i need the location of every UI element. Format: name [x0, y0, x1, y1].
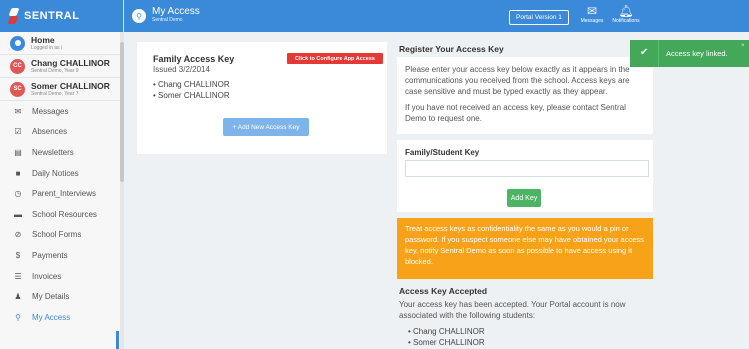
accepted-text: Your access key has been accepted. Your …: [399, 300, 626, 320]
sidebar-item-label: Absences: [32, 127, 68, 137]
family-key-issued: Issued 3/2/2014: [153, 65, 210, 74]
register-instructions-card: Please enter your access key below exact…: [397, 57, 653, 134]
envelope-icon: ✉: [14, 106, 22, 116]
notifications-label: Notifications: [612, 18, 640, 24]
profile-sub: Sentral Demo, Year 7: [31, 90, 79, 97]
key-icon: ⚲: [15, 312, 21, 322]
sidebar-item-label: Parent_Interviews: [32, 189, 97, 199]
key-entry-card: Family/Student Key Add Key: [397, 140, 653, 212]
add-new-access-key-button[interactable]: + Add New Access Key: [223, 118, 309, 136]
profile-home[interactable]: Home Logged in as i: [0, 32, 123, 55]
sidebar-item-my-details[interactable]: ♟ My Details: [0, 286, 123, 307]
sidebar-item-messages[interactable]: ✉ Messages: [0, 101, 123, 122]
sidebar-scrollbar-thumb[interactable]: [120, 42, 124, 182]
sidebar-item-newsletters[interactable]: ▤ Newsletters: [0, 142, 123, 163]
forms-icon: ⊘: [14, 230, 22, 240]
list-item: Chang CHALLINOR: [153, 79, 230, 90]
register-instructions: Please enter your access key below exact…: [405, 65, 630, 96]
sidebar-item-label: Payments: [32, 250, 68, 260]
add-key-button[interactable]: Add Key: [507, 189, 541, 207]
user-icon: ♟: [14, 292, 22, 302]
sidebar-item-school-forms[interactable]: ⊘ School Forms: [0, 225, 123, 246]
profile-student-chang[interactable]: CC Chang CHALLINOR Sentral Demo, Year 9: [0, 55, 123, 78]
active-item-marker: [116, 331, 119, 349]
list-item: Somer CHALLINOR: [408, 337, 485, 348]
sidebar-item-parent-interviews[interactable]: ◷ Parent_Interviews: [0, 183, 123, 204]
profile-name: Somer CHALLINOR: [31, 80, 110, 91]
family-student-key-input[interactable]: [405, 160, 649, 177]
brand-name: SENTRAL: [24, 10, 80, 22]
sidebar-item-label: Invoices: [32, 271, 62, 281]
sidebar-item-label: School Resources: [32, 209, 97, 219]
profile-sub: Sentral Demo, Year 9: [31, 67, 79, 74]
sidebar-item-label: Daily Notices: [32, 168, 79, 178]
sidebar-item-label: My Details: [32, 292, 70, 302]
configure-app-access-button[interactable]: Click to Configure App Access: [287, 53, 383, 64]
list-item: Somer CHALLINOR: [153, 90, 230, 101]
success-toast: ✔ Access key linked. ×: [630, 40, 749, 67]
sidebar-item-payments[interactable]: $ Payments: [0, 245, 123, 266]
sidebar-item-label: Messages: [32, 106, 69, 116]
messages-button[interactable]: ✉ Messages: [577, 4, 607, 24]
family-access-key-card: Family Access Key Issued 3/2/2014 Chang …: [137, 42, 387, 154]
notice-icon: ■: [15, 168, 21, 178]
family-key-title: Family Access Key: [153, 54, 235, 64]
newspaper-icon: ▤: [14, 147, 22, 157]
logo[interactable]: SENTRAL: [0, 0, 123, 32]
folder-icon: ▬: [14, 209, 22, 219]
accepted-title: Access Key Accepted: [399, 286, 488, 296]
notifications-button[interactable]: 🔔︎ Notifications: [611, 4, 641, 24]
avatar: SC: [10, 81, 25, 97]
messages-label: Messages: [580, 18, 604, 24]
profile-name: Chang CHALLINOR: [31, 57, 110, 68]
sidebar: SENTRAL Home Logged in as i CC Chang CHA…: [0, 0, 124, 349]
register-contact-note: If you have not received an access key, …: [405, 103, 626, 123]
list-icon: ☰: [14, 271, 22, 281]
key-icon: ⚲: [132, 9, 146, 23]
envelope-icon: ✉: [586, 4, 598, 18]
avatar: CC: [10, 58, 25, 74]
sidebar-item-label: School Forms: [32, 230, 82, 240]
sidebar-item-my-access[interactable]: ⚲ My Access: [0, 307, 123, 328]
toast-divider: [658, 40, 659, 67]
sidebar-item-label: Newsletters: [32, 147, 74, 157]
clock-icon: ◷: [14, 189, 22, 199]
key-field-label: Family/Student Key: [405, 148, 480, 157]
accepted-students: Chang CHALLINOR Somer CHALLINOR: [408, 326, 485, 348]
sidebar-item-absences[interactable]: ☑ Absences: [0, 122, 123, 143]
bell-icon: 🔔︎: [618, 4, 634, 18]
topbar: ⚲ My Access Sentral Demo Portal Version …: [124, 0, 749, 32]
sidebar-item-label: My Access: [32, 312, 71, 322]
family-key-students: Chang CHALLINOR Somer CHALLINOR: [153, 79, 230, 101]
sidebar-item-school-resources[interactable]: ▬ School Resources: [0, 204, 123, 225]
toast-message: Access key linked.: [666, 49, 728, 58]
home-icon: [10, 35, 25, 51]
page-subtitle: Sentral Demo: [152, 17, 183, 23]
profile-student-somer[interactable]: SC Somer CHALLINOR Sentral Demo, Year 7: [0, 78, 123, 101]
portal-version-button[interactable]: Portal Version 1: [509, 10, 569, 25]
page-title: My Access: [152, 6, 200, 17]
dollar-icon: $: [15, 250, 21, 260]
register-title: Register Your Access Key: [399, 44, 504, 54]
sidebar-item-invoices[interactable]: ☰ Invoices: [0, 266, 123, 287]
list-item: Chang CHALLINOR: [408, 326, 485, 337]
security-warning: Treat access keys as confidentiality the…: [397, 218, 653, 279]
close-icon[interactable]: ×: [741, 43, 745, 49]
sentral-logo-icon: [8, 8, 20, 24]
profile-sub: Logged in as i: [31, 44, 63, 51]
sidebar-item-daily-notices[interactable]: ■ Daily Notices: [0, 163, 123, 184]
check-icon: ☑: [14, 127, 22, 137]
profile-name: Home: [31, 34, 55, 45]
check-icon: ✔: [640, 47, 649, 58]
